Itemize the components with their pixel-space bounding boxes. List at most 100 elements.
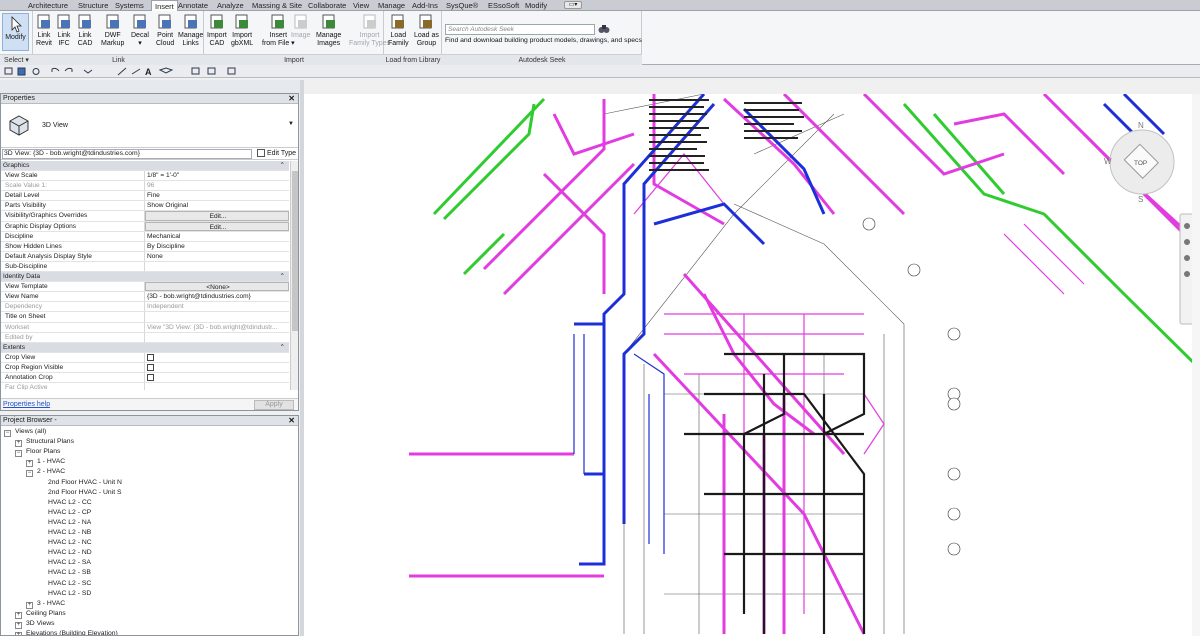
insert-from-file-button[interactable]: Insert from File ▾: [262, 14, 295, 48]
load-family-button[interactable]: Load Family: [388, 14, 409, 48]
link-cad-button[interactable]: Link CAD: [77, 14, 93, 48]
drawing-canvas[interactable]: N W TOP S: [304, 94, 1200, 636]
expand-icon[interactable]: +: [26, 601, 33, 609]
expand-icon[interactable]: +: [15, 611, 22, 619]
collapse-caret-icon[interactable]: ⌃: [279, 161, 289, 170]
property-edit-button[interactable]: Edit...: [145, 211, 289, 221]
tree-item[interactable]: HVAC L2 - CC: [48, 499, 92, 506]
load-as-group-button[interactable]: Load as Group: [414, 14, 439, 48]
property-value[interactable]: By Discipline: [145, 242, 289, 251]
expand-icon[interactable]: +: [15, 632, 22, 635]
binoculars-icon[interactable]: [598, 23, 610, 34]
type-selector[interactable]: 3D View ▼: [1, 104, 298, 148]
collapse-icon[interactable]: −: [4, 430, 11, 437]
seek-search-input[interactable]: Search Autodesk Seek: [445, 24, 595, 35]
tab-manage[interactable]: Manage: [378, 0, 405, 11]
navigation-bar[interactable]: [1179, 213, 1195, 325]
expand-icon[interactable]: +: [26, 460, 33, 468]
close-icon[interactable]: ✕: [288, 94, 295, 104]
tree-item[interactable]: Floor Plans: [26, 448, 60, 455]
tree-item[interactable]: HVAC L2 - SC: [48, 580, 91, 587]
collapse-icon[interactable]: −: [15, 450, 22, 458]
link-revit-button[interactable]: Link Revit: [36, 14, 52, 48]
properties-help-link[interactable]: Properties help: [3, 401, 50, 408]
modify-button[interactable]: Modify: [2, 13, 29, 51]
edit-type-button[interactable]: Edit Type: [257, 149, 296, 157]
select-panel-label[interactable]: Select ▾: [0, 54, 33, 65]
tree-item[interactable]: 2nd Floor HVAC - Unit S: [48, 489, 122, 496]
tab-sysque-[interactable]: SysQue®: [446, 0, 478, 11]
hvac-model-drawing[interactable]: N W TOP S: [304, 94, 1200, 636]
property-annotation-crop: Annotation Crop: [1, 372, 289, 384]
category-graphics[interactable]: Graphics ⌃: [1, 161, 289, 172]
tab-essosoft[interactable]: ESsoSoft: [488, 0, 519, 11]
tree-item[interactable]: Elevations (Building Elevation): [26, 630, 118, 635]
import-family-types-button[interactable]: Import Family Types: [349, 14, 390, 48]
ribbon-minimize-toggle[interactable]: ▭▾: [564, 1, 582, 9]
expand-icon[interactable]: +: [15, 440, 22, 448]
property-edit-button[interactable]: Edit...: [145, 221, 289, 231]
tree-item[interactable]: HVAC L2 - NC: [48, 539, 92, 546]
decal-button[interactable]: Decal ▾: [131, 14, 149, 48]
point-cloud-button[interactable]: Point Cloud: [156, 14, 174, 48]
tab-modify[interactable]: Modify: [525, 0, 547, 11]
property-value[interactable]: Fine: [145, 191, 289, 200]
expand-icon[interactable]: +: [15, 621, 22, 629]
link-ifc-button[interactable]: Link IFC: [56, 14, 72, 48]
category-identity-data[interactable]: Identity Data ⌃: [1, 272, 289, 283]
tree-item[interactable]: HVAC L2 - SA: [48, 559, 91, 566]
tab-insert[interactable]: Insert: [151, 0, 178, 11]
tree-item[interactable]: HVAC L2 - NB: [48, 529, 91, 536]
instance-selector[interactable]: 3D View: {3D - bob.wright@tdindustries.c…: [2, 149, 252, 159]
tab-analyze[interactable]: Analyze: [217, 0, 244, 11]
link-cad-label-line2: CAD: [77, 40, 93, 47]
tree-item[interactable]: 1 - HVAC: [37, 458, 65, 465]
tree-item[interactable]: 2nd Floor HVAC - Unit N: [48, 479, 122, 486]
category-extents[interactable]: Extents ⌃: [1, 342, 289, 353]
property-value[interactable]: Show Original: [145, 201, 289, 210]
apply-button[interactable]: Apply: [254, 400, 294, 410]
tab-collaborate[interactable]: Collaborate: [308, 0, 346, 11]
manage-links-button[interactable]: Manage Links: [178, 14, 203, 48]
tab-systems[interactable]: Systems: [115, 0, 144, 11]
tree-item[interactable]: Views (all): [15, 428, 46, 435]
tree-item[interactable]: HVAC L2 - CP: [48, 509, 91, 516]
tab-add-ins[interactable]: Add-Ins: [412, 0, 438, 11]
tree-item[interactable]: Structural Plans: [26, 438, 74, 445]
import-gbxml-button[interactable]: Import gbXML: [231, 14, 253, 48]
property-checkbox[interactable]: [145, 363, 289, 372]
tree-item[interactable]: HVAC L2 - SB: [48, 569, 91, 576]
tree-item[interactable]: 3D Views: [26, 620, 55, 627]
collapse-caret-icon[interactable]: ⌃: [279, 343, 289, 352]
property-checkbox[interactable]: [145, 373, 289, 382]
tree-item[interactable]: 3 - HVAC: [37, 600, 65, 607]
tab-annotate[interactable]: Annotate: [178, 0, 208, 11]
image-button[interactable]: Image: [291, 14, 310, 40]
tree-item[interactable]: HVAC L2 - SD: [48, 590, 91, 597]
collapse-caret-icon[interactable]: ⌃: [279, 272, 289, 281]
tree-item[interactable]: Ceiling Plans: [26, 610, 66, 617]
property-title-on-sheet: Title on Sheet: [1, 312, 289, 323]
tree-item[interactable]: HVAC L2 - ND: [48, 549, 92, 556]
manage-images-button[interactable]: Manage Images: [316, 14, 341, 48]
property-value[interactable]: {3D - bob.wright@tdindustries.com}: [145, 292, 289, 301]
properties-scrollbar[interactable]: [290, 161, 298, 390]
property-checkbox[interactable]: [145, 353, 289, 362]
chevron-down-icon[interactable]: ▼: [288, 121, 294, 127]
property-value[interactable]: 1/8" = 1'-0": [145, 171, 289, 180]
tree-item[interactable]: HVAC L2 - NA: [48, 519, 91, 526]
tree-item[interactable]: 2 - HVAC: [37, 468, 65, 475]
collapse-icon[interactable]: −: [26, 470, 33, 478]
tab-architecture[interactable]: Architecture: [28, 0, 68, 11]
property-edit-button[interactable]: <None>: [145, 282, 289, 292]
property-value[interactable]: None: [145, 252, 289, 261]
close-icon[interactable]: ✕: [288, 416, 295, 426]
tab-massing-site[interactable]: Massing & Site: [252, 0, 302, 11]
import-cad-button[interactable]: Import CAD: [207, 14, 227, 48]
property-value[interactable]: [145, 312, 289, 321]
tab-view[interactable]: View: [353, 0, 369, 11]
property-value[interactable]: [145, 262, 289, 271]
tab-structure[interactable]: Structure: [78, 0, 108, 11]
dwf-markup-button[interactable]: DWF Markup: [101, 14, 124, 48]
property-value[interactable]: Mechanical: [145, 232, 289, 241]
